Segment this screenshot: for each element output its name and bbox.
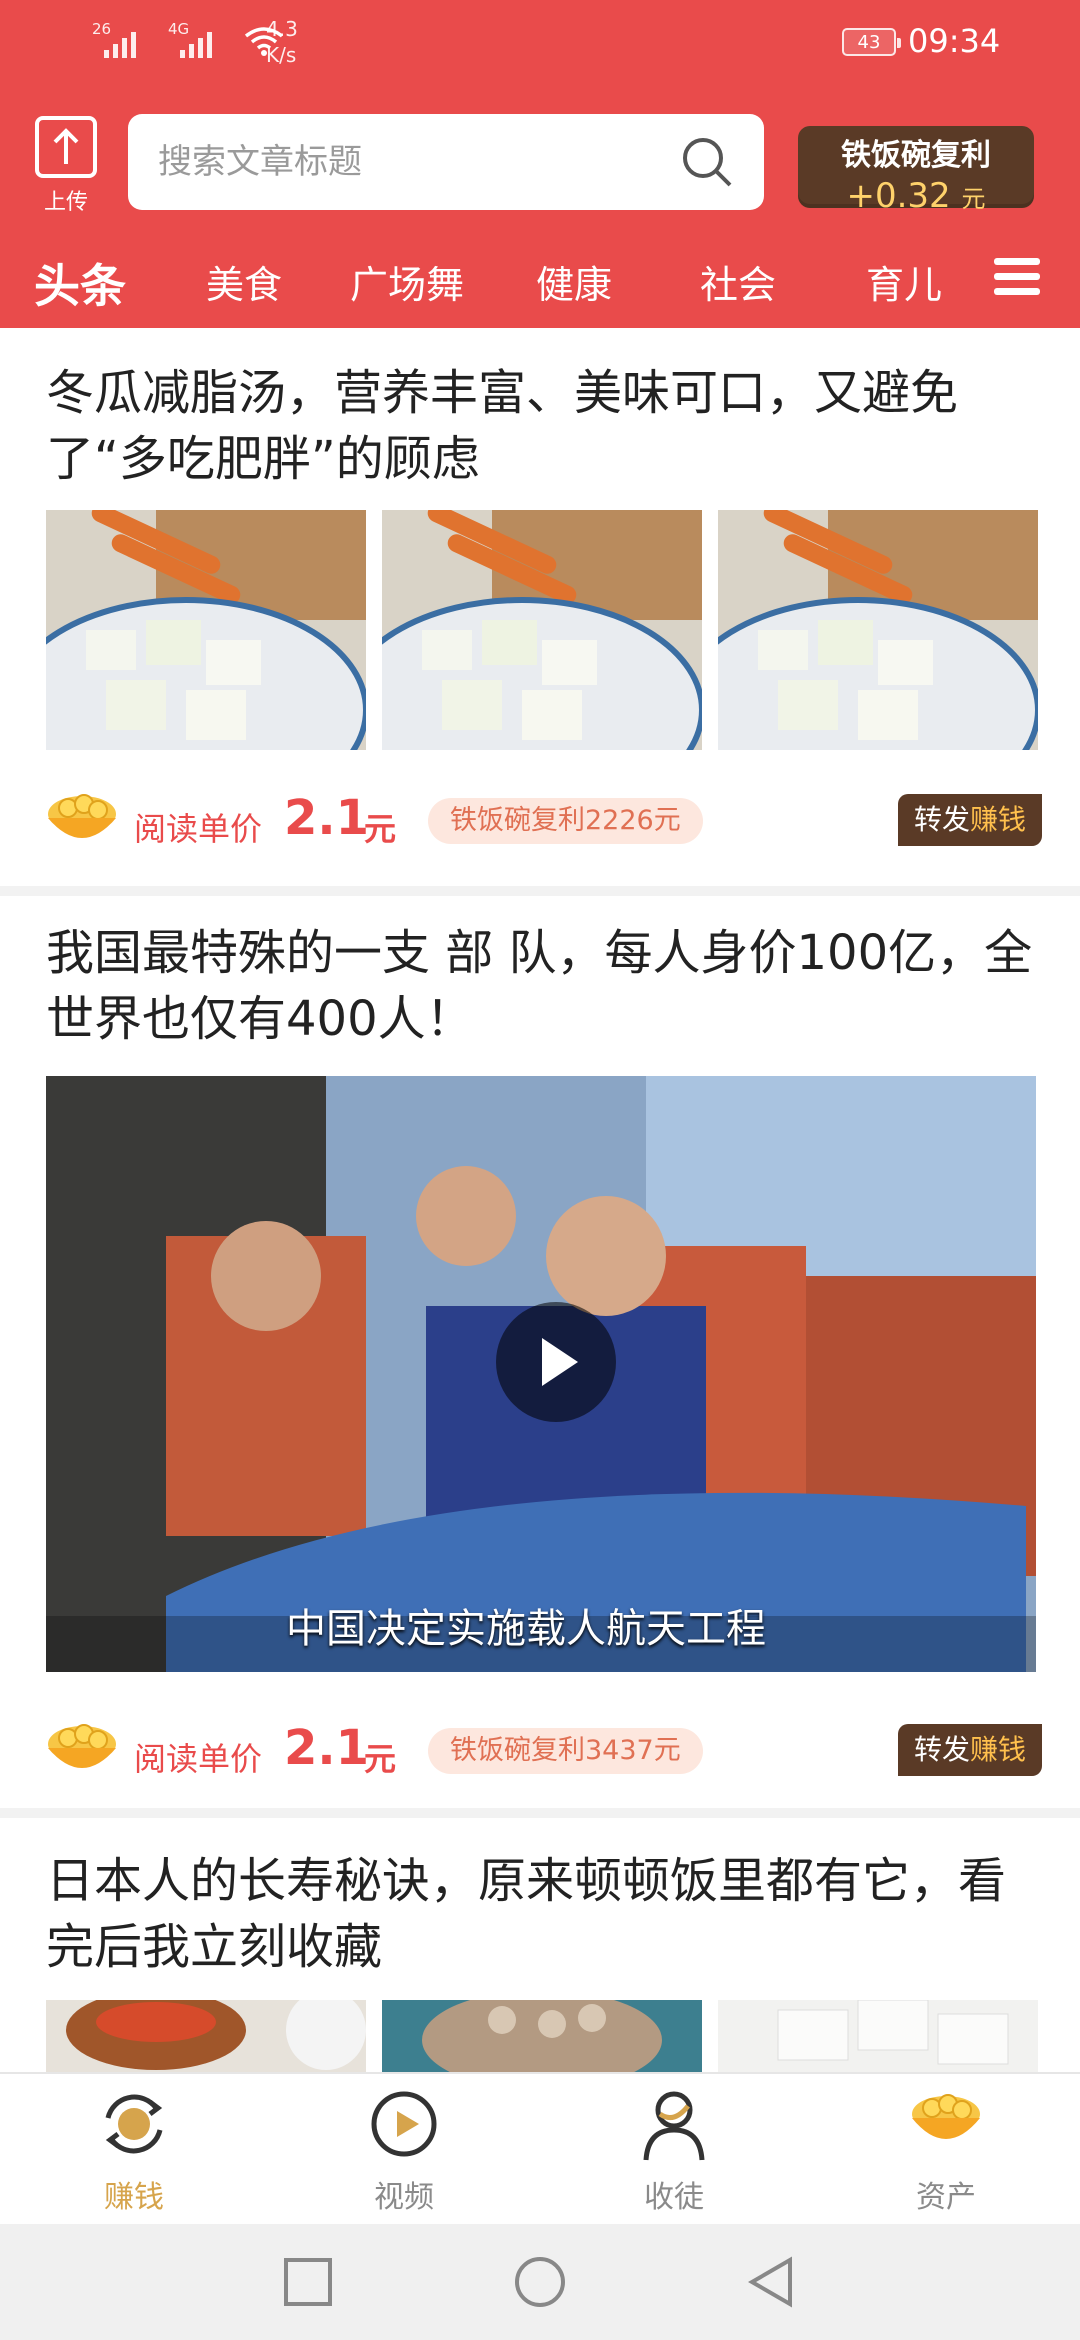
article-title[interactable]: 我国最特殊的一支 部 队，每人身价100亿，全世界也仅有400人！ <box>46 920 1036 1052</box>
tab-society[interactable]: 社会 <box>700 254 776 309</box>
battery-icon: 43 <box>842 28 901 56</box>
tab-food[interactable]: 美食 <box>206 254 282 309</box>
gold-bowl-icon <box>912 2094 980 2139</box>
read-price-unit: 元 <box>364 810 397 848</box>
nav-assets-label: 资产 <box>916 2180 976 2215</box>
bonus-title: 铁饭碗复利 <box>841 138 991 173</box>
thumbnail-image <box>46 2000 366 2072</box>
feed-card[interactable]: 冬瓜减脂汤，营养丰富、美味可口，又避免了“多吃肥胖”的顾虑 阅读单价 2.1 元… <box>0 328 1080 886</box>
thumbnail-image <box>718 510 1038 750</box>
search-icon[interactable] <box>680 135 734 189</box>
upload-icon <box>35 116 97 178</box>
recents-icon[interactable] <box>280 2254 336 2310</box>
back-icon[interactable] <box>744 2254 800 2310</box>
video-caption: 中国决定实施载人航天工程 <box>286 1606 766 1652</box>
system-navigation-bar <box>0 2224 1080 2340</box>
article-title[interactable]: 日本人的长寿秘诀，原来顿顿饭里都有它，看完后我立刻收藏 <box>46 1848 1036 1980</box>
person-icon <box>643 2091 705 2161</box>
compound-bonus-button[interactable]: 铁饭碗复利 +0.32 元 <box>798 126 1034 216</box>
gold-bowl-icon <box>48 1724 116 1768</box>
bottom-navigation: 赚钱 视频 收徒 资产 <box>0 2072 1080 2224</box>
home-icon[interactable] <box>512 2254 568 2310</box>
bonus-amount: +0.32 <box>846 176 951 216</box>
share-label: 转发 <box>913 803 970 836</box>
upload-label: 上传 <box>43 190 88 215</box>
read-price-value: 2.1 <box>284 1720 370 1776</box>
compound-interest-badge: 铁饭碗复利3437元 <box>428 1728 703 1774</box>
read-price-value: 2.1 <box>284 790 370 846</box>
battery-level: 43 <box>857 31 881 53</box>
status-bar: 26 4G 4.3 K/s 43 09:34 <box>0 0 1080 90</box>
nav-assets[interactable]: 资产 <box>866 2084 1026 2216</box>
sim2-signal-icon: 4G <box>168 20 224 58</box>
thumbnail-image <box>382 2000 702 2072</box>
thumbnail-image <box>382 510 702 750</box>
gold-bowl-icon <box>48 794 116 838</box>
tab-headlines[interactable]: 头条 <box>34 250 126 316</box>
share-label: 转发 <box>913 1733 970 1766</box>
thumbnail-image <box>46 510 366 750</box>
article-meta: 阅读单价 2.1 元 铁饭碗复利2226元 转发赚钱 <box>42 784 1042 856</box>
search-input[interactable] <box>158 142 680 182</box>
network-speed: 4.3 K/s <box>266 16 298 68</box>
tab-health[interactable]: 健康 <box>536 254 612 309</box>
menu-icon[interactable] <box>994 258 1040 304</box>
share-earn-button[interactable]: 转发赚钱 <box>897 1724 1042 1776</box>
search-bar[interactable] <box>128 114 764 210</box>
share-earn-label: 赚钱 <box>969 1733 1026 1766</box>
bonus-unit: 元 <box>961 185 986 213</box>
speed-unit: K/s <box>266 43 297 67</box>
thumbnail-image <box>718 2000 1038 2072</box>
nav-earn[interactable]: 赚钱 <box>54 2084 214 2216</box>
feed-card[interactable]: 日本人的长寿秘诀，原来顿顿饭里都有它，看完后我立刻收藏 <box>0 1818 1080 2072</box>
read-price-label: 阅读单价 <box>134 1740 263 1778</box>
tab-square-dance[interactable]: 广场舞 <box>350 254 464 309</box>
play-circle-icon <box>371 2091 437 2157</box>
nav-video[interactable]: 视频 <box>324 2084 484 2216</box>
app-header: 26 4G 4.3 K/s 43 09:34 上传 搜索文章标题 铁饭碗复利 +… <box>0 0 1080 328</box>
nav-apprentice[interactable]: 收徒 <box>594 2084 754 2216</box>
compound-interest-badge: 铁饭碗复利2226元 <box>428 798 703 844</box>
nav-earn-label: 赚钱 <box>104 2180 164 2215</box>
speed-value: 4.3 <box>266 17 298 41</box>
signal-group: 26 4G <box>92 20 284 58</box>
bonus-amount-row: +0.32 元 <box>798 176 1034 216</box>
thumbnail-row <box>46 510 1038 750</box>
category-tabs: 头条 美食 广场舞 健康 社会 育儿 <box>0 248 1080 328</box>
play-icon[interactable] <box>496 1302 616 1422</box>
upload-button[interactable]: 上传 <box>34 116 98 215</box>
nav-video-label: 视频 <box>374 2180 434 2215</box>
read-price-unit: 元 <box>364 1740 397 1778</box>
tab-parenting[interactable]: 育儿 <box>866 254 942 309</box>
article-meta: 阅读单价 2.1 元 铁饭碗复利3437元 转发赚钱 <box>42 1714 1042 1786</box>
share-earn-button[interactable]: 转发赚钱 <box>897 794 1042 846</box>
share-earn-label: 赚钱 <box>969 803 1026 836</box>
feed-card[interactable]: 我国最特殊的一支 部 队，每人身价100亿，全世界也仅有400人！ 中国决定实施… <box>0 896 1080 1808</box>
nav-apprentice-label: 收徒 <box>644 2180 704 2215</box>
read-price-label: 阅读单价 <box>134 810 263 848</box>
video-player[interactable]: 中国决定实施载人航天工程 <box>46 1076 1036 1672</box>
refresh-coin-icon <box>105 2094 163 2154</box>
status-time: 09:34 <box>908 22 1001 60</box>
sim1-signal-icon: 26 <box>92 20 148 58</box>
article-title[interactable]: 冬瓜减脂汤，营养丰富、美味可口，又避免了“多吃肥胖”的顾虑 <box>46 360 1036 492</box>
thumbnail-row <box>46 2000 1038 2072</box>
